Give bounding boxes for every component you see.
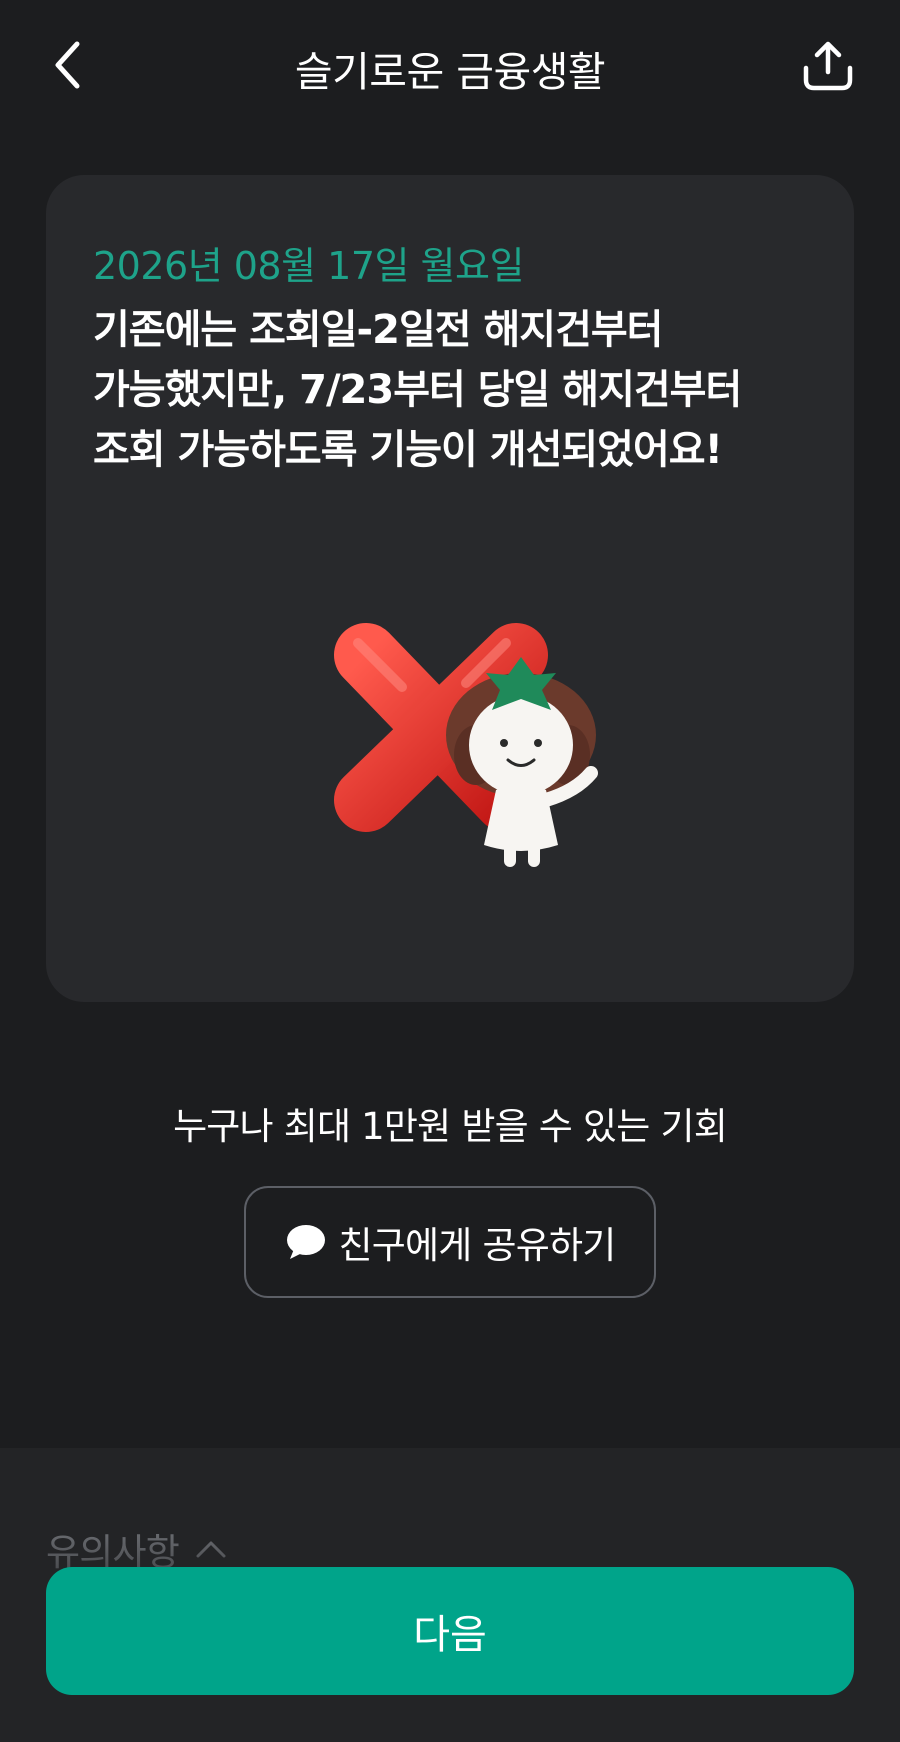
card-message: 기존에는 조회일-2일전 해지건부터 가능했지만, 7/23부터 당일 해지건부…: [93, 307, 742, 473]
chevron-up-icon: [196, 1541, 226, 1558]
page-title: 슬기로운 금융생활: [294, 48, 606, 96]
next-button[interactable]: 다음: [46, 1567, 854, 1695]
share-upload-icon: [803, 41, 853, 91]
top-bar: 슬기로운 금융생활: [0, 0, 900, 130]
chance-text: 누구나 최대 1만원 받을 수 있는 기회: [173, 1105, 728, 1148]
red-x-character-illustration: [334, 623, 598, 867]
share-button[interactable]: [796, 34, 860, 98]
card-date: 2026년 08월 17일 월요일: [93, 244, 524, 288]
info-card: 2026년 08월 17일 월요일 기존에는 조회일-2일전 해지건부터 가능했…: [46, 175, 854, 1002]
share-to-friend-label: 친구에게 공유하기: [338, 1224, 617, 1267]
share-to-friend-button[interactable]: 친구에게 공유하기: [244, 1186, 656, 1298]
speech-bubble-icon: [286, 1225, 325, 1259]
